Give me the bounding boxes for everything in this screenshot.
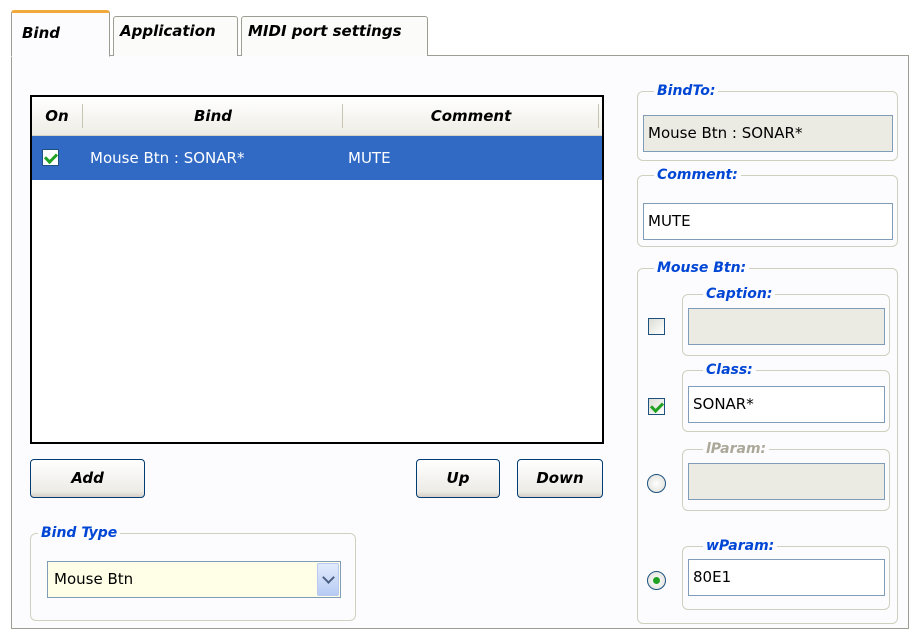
tab-bind[interactable]: Bind [11, 10, 110, 57]
column-separator[interactable] [342, 104, 343, 128]
mouse-btn-label: Mouse Btn: [654, 260, 750, 276]
row-bind-cell: Mouse Btn : SONAR* [90, 149, 245, 167]
chevron-down-icon [322, 571, 335, 584]
check-icon [43, 149, 59, 165]
column-comment[interactable]: Comment [344, 97, 598, 135]
table-row[interactable]: Mouse Btn : SONAR* MUTE [32, 136, 602, 180]
up-button[interactable]: Up [416, 459, 500, 498]
lparam-label: lParam: [703, 441, 770, 457]
list-header: On Bind Comment [32, 97, 602, 136]
lparam-radio[interactable] [647, 474, 666, 493]
comment-input[interactable]: MUTE [643, 203, 893, 240]
class-checkbox[interactable] [648, 398, 665, 415]
down-button[interactable]: Down [517, 459, 603, 498]
comment-label: Comment: [654, 167, 741, 183]
bind-list[interactable]: On Bind Comment Mouse Btn : SONAR* MUTE [30, 95, 604, 444]
column-on[interactable]: On [32, 97, 82, 135]
bind-type-label: Bind Type [38, 525, 121, 541]
bind-type-value: Mouse Btn [54, 570, 134, 588]
caption-field [688, 308, 885, 345]
class-input[interactable]: SONAR* [688, 386, 885, 423]
dropdown-button[interactable] [317, 563, 339, 596]
bind-type-select[interactable]: Mouse Btn [47, 561, 341, 598]
wparam-input[interactable]: 80E1 [688, 559, 885, 596]
row-comment-cell: MUTE [348, 149, 391, 167]
lparam-field [688, 463, 885, 500]
caption-label: Caption: [703, 286, 776, 302]
column-separator[interactable] [598, 104, 599, 128]
tab-application[interactable]: Application [113, 16, 238, 56]
wparam-radio[interactable] [647, 571, 666, 590]
row-on-checkbox[interactable] [42, 149, 59, 166]
tab-midi-port-settings[interactable]: MIDI port settings [241, 16, 428, 56]
class-label: Class: [703, 362, 756, 378]
column-separator[interactable] [82, 104, 83, 128]
radio-dot-icon [653, 577, 660, 584]
check-icon [649, 398, 665, 414]
caption-checkbox[interactable] [648, 318, 665, 335]
add-button[interactable]: Add [30, 459, 145, 498]
bind-to-field: Mouse Btn : SONAR* [643, 115, 893, 152]
column-bind[interactable]: Bind [84, 97, 342, 135]
wparam-label: wParam: [703, 538, 778, 554]
bind-to-label: BindTo: [654, 83, 719, 99]
